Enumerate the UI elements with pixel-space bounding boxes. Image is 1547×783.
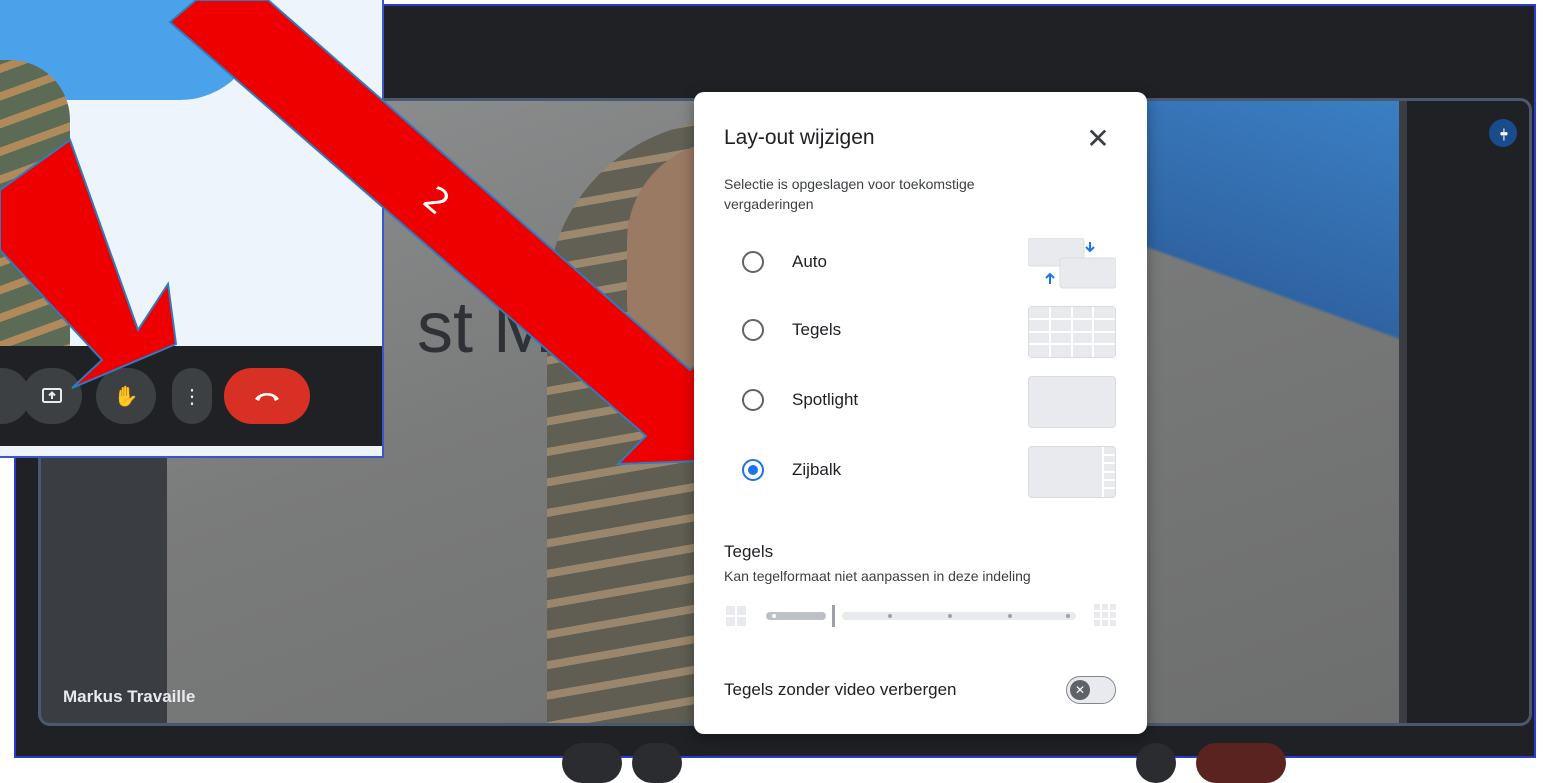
dialog-subtitle: Selectie is opgeslagen voor toekomstige … xyxy=(724,176,975,212)
more-options-button[interactable]: ⋮ xyxy=(172,368,212,424)
hide-tiles-toggle[interactable]: ✕ xyxy=(1066,676,1116,704)
layout-option-label: Spotlight xyxy=(792,390,859,409)
dialog-title: Lay-out wijzigen xyxy=(724,126,875,149)
spotlight-layout-thumbnail xyxy=(1028,376,1116,428)
sidebar-layout-icon xyxy=(1102,447,1115,497)
inset-zoom-screenshot: ✋ ⋮ xyxy=(0,0,384,458)
present-screen-icon xyxy=(42,388,62,403)
tiled-layout-icon xyxy=(1029,307,1115,357)
radio-button-selected[interactable] xyxy=(742,459,764,481)
radio-button[interactable] xyxy=(742,251,764,273)
end-call-icon xyxy=(255,393,279,401)
inset-person xyxy=(0,60,70,350)
radio-button[interactable] xyxy=(742,389,764,411)
layout-option-label: Auto xyxy=(792,252,827,271)
layout-option-label: Zijbalk xyxy=(792,460,842,479)
auto-layout-thumbnail xyxy=(1027,237,1117,290)
layout-option-label: Tegels xyxy=(792,320,842,339)
layout-option-tegels[interactable]: Tegels xyxy=(734,306,1124,360)
raise-hand-icon: ✋ xyxy=(113,385,139,408)
participant-name: Markus Travaille xyxy=(63,687,196,706)
close-button[interactable]: ✕ xyxy=(1080,120,1116,156)
layout-dialog: Lay-out wijzigen ✕ Selectie is opgeslage… xyxy=(694,92,1147,734)
sidebar-layout-thumbnail xyxy=(1028,446,1116,498)
more-vert-icon: ⋮ xyxy=(182,385,202,408)
layout-option-zijbalk[interactable]: Zijbalk xyxy=(734,446,1124,500)
slide-text: st M xyxy=(417,288,553,368)
large-grid-icon xyxy=(1094,604,1116,626)
layout-option-auto[interactable]: Auto xyxy=(734,237,1124,292)
dim-control-button[interactable] xyxy=(632,743,682,783)
sidebar-strip: •|• xyxy=(1407,101,1529,723)
end-call-button[interactable] xyxy=(224,368,310,424)
layout-option-spotlight[interactable]: Spotlight xyxy=(734,376,1124,430)
dim-end-call-button[interactable] xyxy=(1196,743,1286,783)
auto-layout-icon xyxy=(1027,237,1117,289)
toggle-off-icon: ✕ xyxy=(1070,680,1090,700)
hide-tiles-toggle-label: Tegels zonder video verbergen xyxy=(724,680,957,699)
present-screen-button[interactable] xyxy=(22,368,82,424)
inset-control-bar: ✋ ⋮ xyxy=(0,346,382,446)
radio-button[interactable] xyxy=(742,319,764,341)
small-grid-icon xyxy=(726,606,746,626)
tile-size-slider-graphic xyxy=(726,604,1116,627)
dim-control-button[interactable] xyxy=(1136,743,1176,783)
tile-size-slider[interactable] xyxy=(724,602,1116,632)
tiles-section-title: Tegels xyxy=(724,542,774,561)
tiles-section-description: Kan tegelformaat niet aanpassen in deze … xyxy=(724,568,1031,584)
audio-level-icon: •|• xyxy=(1489,119,1517,147)
raise-hand-button[interactable]: ✋ xyxy=(96,368,156,424)
tiled-layout-thumbnail xyxy=(1028,306,1116,358)
dim-control-button[interactable] xyxy=(562,743,622,783)
close-icon: ✕ xyxy=(1086,122,1110,154)
